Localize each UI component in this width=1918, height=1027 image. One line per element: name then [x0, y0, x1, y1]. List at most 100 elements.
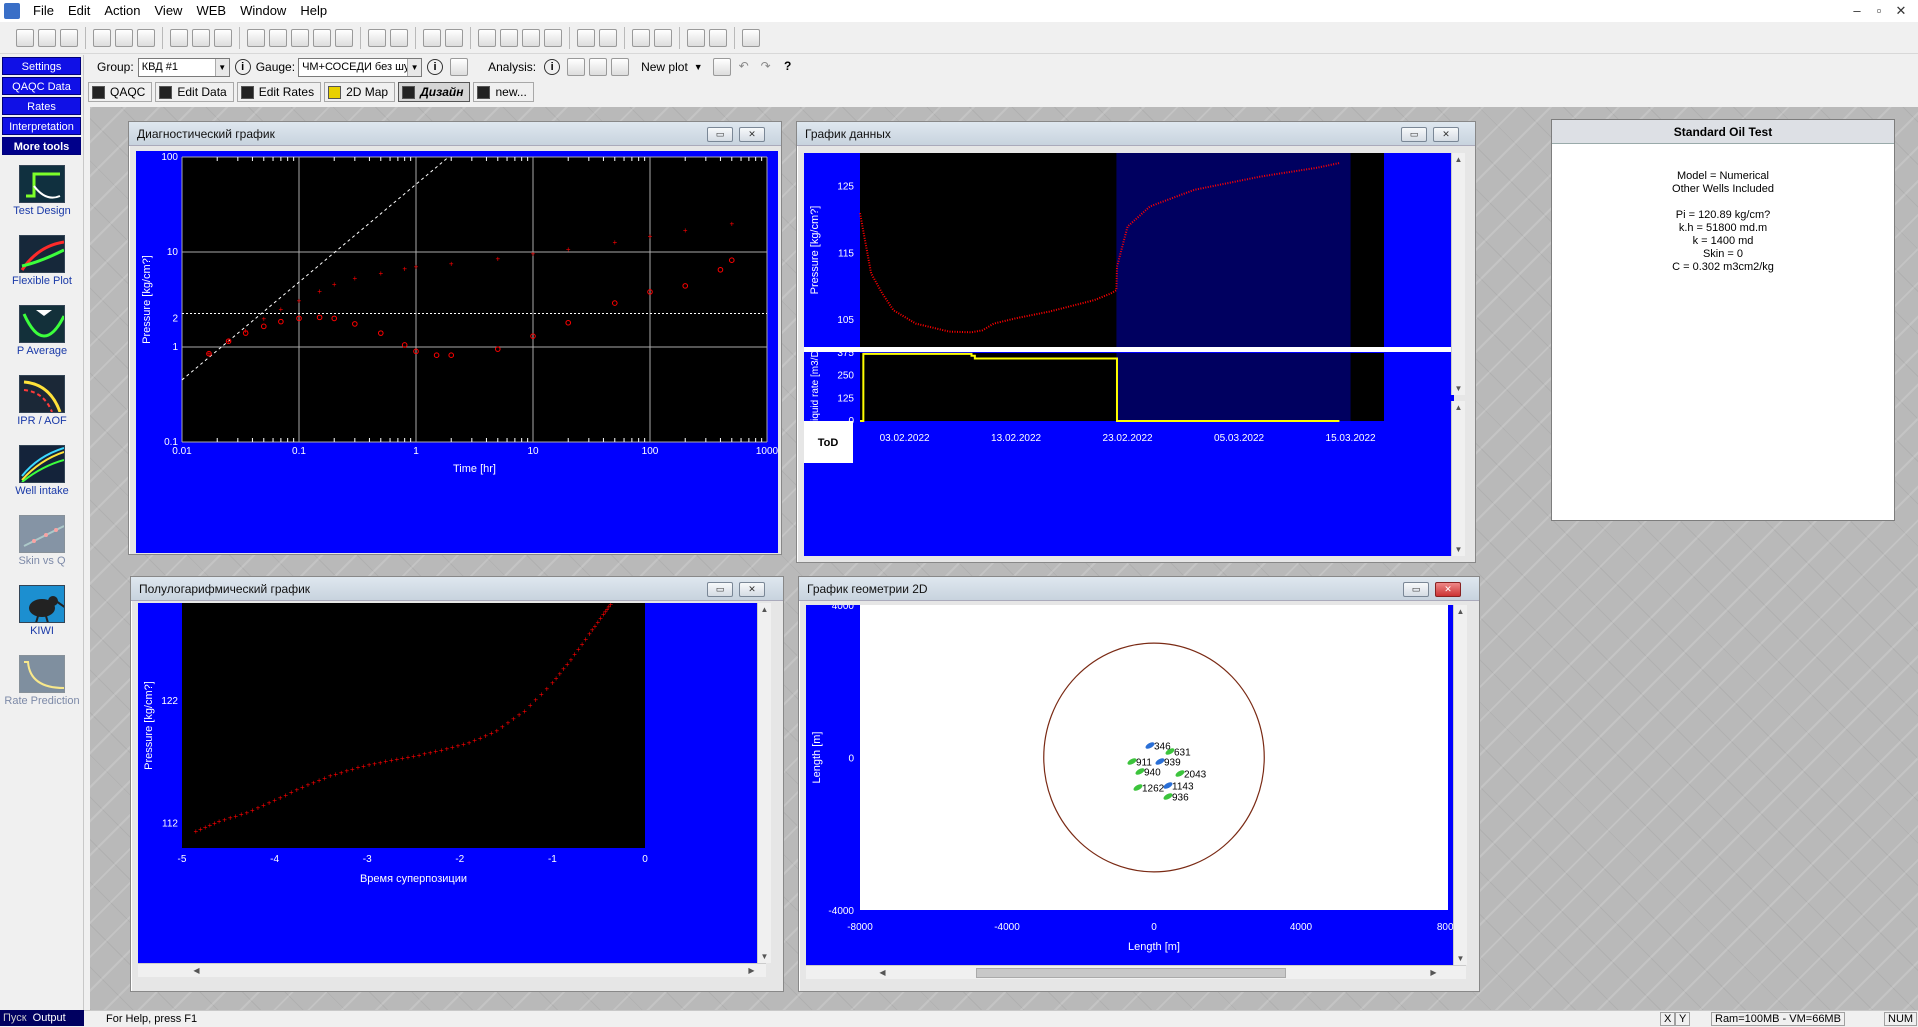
scroll-down-icon[interactable]: ▼: [1452, 382, 1465, 395]
copy-analysis-icon[interactable]: [567, 58, 586, 76]
panel-title-bar[interactable]: Диагностический график ▭ ✕: [129, 122, 781, 146]
settings-icon[interactable]: [544, 28, 562, 47]
new-plot-dropdown-icon[interactable]: ▼: [694, 62, 703, 72]
nav-more-tools[interactable]: More tools: [2, 137, 81, 155]
restore-icon[interactable]: ▭: [707, 582, 733, 597]
tab-new[interactable]: new...: [473, 82, 534, 102]
measure-icon[interactable]: [632, 28, 650, 47]
new-file-icon[interactable]: [16, 28, 34, 47]
home-icon[interactable]: [500, 28, 518, 47]
close-icon[interactable]: ✕: [1435, 582, 1461, 597]
list-icon[interactable]: [611, 58, 630, 76]
menu-action[interactable]: Action: [97, 0, 147, 22]
blue-drop-icon[interactable]: [269, 28, 287, 47]
zoom-out-icon[interactable]: [478, 28, 496, 47]
tool-flexible-plot[interactable]: Flexible Plot: [0, 235, 84, 305]
panel-title-bar[interactable]: Полулогарифмический график ▭ ✕: [131, 577, 783, 601]
info-icon[interactable]: i: [427, 59, 444, 75]
group-select[interactable]: КВД #1 ▼: [137, 57, 230, 77]
scroll-right-icon[interactable]: ▶: [1427, 966, 1440, 979]
panel-title-bar[interactable]: График геометрии 2D ▭ ✕: [799, 577, 1479, 601]
print-icon[interactable]: [93, 28, 111, 47]
help-icon[interactable]: [192, 28, 210, 47]
info-icon[interactable]: [170, 28, 188, 47]
grid-layout-icon[interactable]: [712, 58, 731, 76]
vertical-scrollbar[interactable]: ▲ ▼: [757, 603, 771, 963]
redo-icon[interactable]: ↷: [757, 58, 775, 76]
context-help-icon[interactable]: [214, 28, 232, 47]
camera-icon[interactable]: [445, 28, 463, 47]
minimize-button[interactable]: –: [1846, 0, 1868, 22]
restore-button[interactable]: ▫: [1868, 0, 1890, 22]
undo-icon[interactable]: ↶: [735, 58, 753, 76]
scroll-up-icon[interactable]: ▲: [758, 603, 771, 616]
magnifier-icon[interactable]: [687, 28, 705, 47]
tool-skin-vs-q[interactable]: Skin vs Q: [0, 515, 84, 585]
info-icon[interactable]: i: [544, 59, 561, 75]
axis-scale-icon[interactable]: [599, 28, 617, 47]
tab-qaqc[interactable]: QAQC: [88, 82, 153, 102]
info-icon[interactable]: i: [234, 59, 251, 75]
new-plot-button[interactable]: New plot: [641, 60, 688, 74]
menu-web[interactable]: WEB: [189, 0, 233, 22]
gauge-select[interactable]: ЧМ+СОСЕДИ без шу ▼: [298, 57, 423, 77]
axis-icon[interactable]: [577, 28, 595, 47]
close-button[interactable]: ✕: [1890, 0, 1912, 22]
tool-test-design[interactable]: Test Design: [0, 165, 84, 235]
nav-interpretation[interactable]: Interpretation: [2, 117, 81, 135]
scroll-down-icon[interactable]: ▼: [758, 950, 771, 963]
menu-view[interactable]: View: [148, 0, 190, 22]
gauge-edit-icon[interactable]: [450, 58, 469, 76]
tab-edit-data[interactable]: Edit Data: [155, 82, 234, 102]
vertical-scrollbar[interactable]: ▲ ▼: [1451, 153, 1465, 395]
panel-title-bar[interactable]: График данных ▭ ✕: [797, 122, 1475, 146]
app-icon[interactable]: [4, 3, 20, 19]
restore-icon[interactable]: ▭: [1403, 582, 1429, 597]
scroll-right-icon[interactable]: ▶: [745, 964, 758, 977]
nav-rates[interactable]: Rates: [2, 97, 81, 115]
save-icon[interactable]: [60, 28, 78, 47]
tool-kiwi[interactable]: KIWI: [0, 585, 84, 655]
menu-file[interactable]: File: [26, 0, 61, 22]
crosshair-icon[interactable]: [742, 28, 760, 47]
pan-icon[interactable]: [654, 28, 672, 47]
pen-icon[interactable]: [390, 28, 408, 47]
horizontal-scrollbar[interactable]: ◀ ▶: [138, 963, 766, 977]
semilog-plot[interactable]: -5 -4 -3 -2 -1 0 112 122 + + + + + + + + + + + + + + + + + + + + + + +…: [138, 603, 766, 963]
vertical-scrollbar[interactable]: ▲ ▼: [1451, 401, 1465, 556]
tool-ipr-aof[interactable]: IPR / AOF: [0, 375, 84, 445]
geometry-plot[interactable]: -8000 -4000 0 4000 8000 4000 0 -4000 346 631 911 93…: [806, 605, 1459, 965]
zoom-in-icon[interactable]: [522, 28, 540, 47]
tab-2d-map[interactable]: 2D Map: [324, 82, 396, 102]
vertical-scrollbar[interactable]: ▲ ▼: [1453, 605, 1467, 965]
tool-p-average[interactable]: P Average: [0, 305, 84, 375]
report-icon[interactable]: [137, 28, 155, 47]
restore-icon[interactable]: ▭: [707, 127, 733, 142]
orange-drop-icon[interactable]: [291, 28, 309, 47]
open-folder-icon[interactable]: [38, 28, 56, 47]
data-plot[interactable]: 105115125Pressure [kg/cm?]0125250375Liqu…: [804, 153, 1454, 556]
scroll-down-icon[interactable]: ▼: [1454, 952, 1467, 965]
close-icon[interactable]: ✕: [1433, 127, 1459, 142]
red-drop-icon[interactable]: [313, 28, 331, 47]
context-help-icon[interactable]: ?: [779, 58, 797, 76]
horizontal-scrollbar[interactable]: ◀ ▶: [806, 965, 1466, 979]
scroll-left-icon[interactable]: ◀: [876, 966, 889, 979]
hand-icon[interactable]: [247, 28, 265, 47]
tab-design[interactable]: Дизайн: [398, 82, 471, 102]
print-preview-icon[interactable]: [115, 28, 133, 47]
scroll-thumb[interactable]: [976, 968, 1286, 978]
menu-help[interactable]: Help: [293, 0, 334, 22]
menu-edit[interactable]: Edit: [61, 0, 97, 22]
tool-well-intake[interactable]: Well intake: [0, 445, 84, 515]
scroll-up-icon[interactable]: ▲: [1452, 401, 1465, 414]
close-icon[interactable]: ✕: [739, 582, 765, 597]
scroll-down-icon[interactable]: ▼: [1452, 543, 1465, 556]
panel-icon[interactable]: [368, 28, 386, 47]
magnifier-minus-icon[interactable]: [709, 28, 727, 47]
scroll-up-icon[interactable]: ▲: [1454, 605, 1467, 618]
tab-edit-rates[interactable]: Edit Rates: [236, 82, 322, 102]
diagnostic-plot[interactable]: 0.01 0.1 1 10 100 1000 0.1 1 2 10 100 + + + + + + + + + + + + +…: [136, 151, 778, 553]
taskbar-start[interactable]: Пуск Output: [0, 1010, 84, 1026]
scroll-left-icon[interactable]: ◀: [190, 964, 203, 977]
